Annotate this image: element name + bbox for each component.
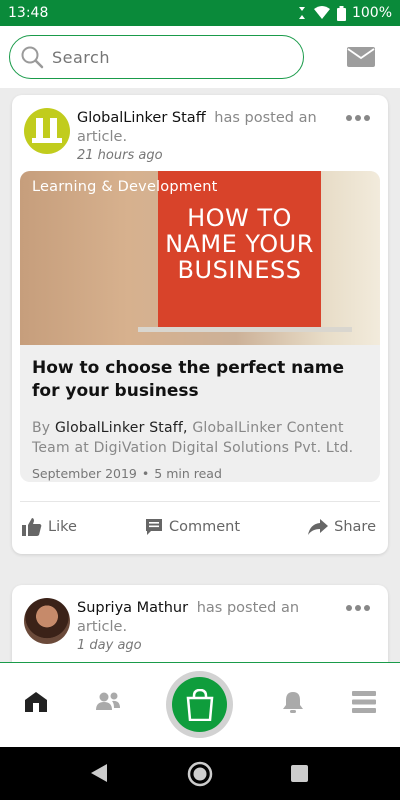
bottom-nav	[0, 662, 400, 747]
post-author[interactable]: GlobalLinker Staff	[77, 110, 206, 126]
more-icon[interactable]	[346, 115, 370, 121]
post-time: 21 hours ago	[77, 148, 163, 163]
recents-icon[interactable]	[291, 765, 308, 782]
article-image: HOW TO NAME YOUR BUSINESS Learning & Dev…	[20, 171, 380, 345]
wifi-icon	[313, 6, 330, 19]
comment-button[interactable]: Comment	[145, 518, 240, 536]
shop-button-inner	[172, 677, 227, 732]
shopping-bag-icon	[186, 688, 213, 721]
avatar[interactable]	[24, 108, 70, 154]
article-preview[interactable]: HOW TO NAME YOUR BUSINESS Learning & Dev…	[20, 171, 380, 482]
article-date: September 2019	[32, 466, 137, 481]
like-icon	[22, 518, 42, 536]
post-actions: Like Comment Share	[12, 512, 388, 542]
divider	[20, 501, 380, 502]
article-read-time: 5 min read	[154, 466, 222, 481]
nav-shop-button[interactable]	[166, 671, 233, 738]
battery-icon	[336, 5, 346, 21]
feed: GlobalLinker Staff has posted an article…	[0, 88, 400, 662]
globallinker-logo-icon	[32, 118, 62, 143]
post-card: Supriya Mathur has posted an article. 1 …	[12, 585, 388, 662]
search-icon	[21, 46, 44, 69]
share-button[interactable]: Share	[308, 519, 376, 535]
top-bar	[0, 26, 400, 88]
mail-icon[interactable]	[347, 47, 375, 67]
article-image-text: HOW TO NAME YOUR BUSINESS	[165, 204, 314, 284]
like-button[interactable]: Like	[22, 517, 77, 537]
article-byline: By GlobalLinker Staff, GlobalLinker Cont…	[20, 403, 380, 458]
byline-author[interactable]: GlobalLinker Staff,	[55, 420, 188, 436]
status-icons: 100%	[297, 5, 392, 21]
bell-icon	[283, 692, 303, 713]
like-label: Like	[48, 519, 77, 535]
byline-prefix: By	[32, 420, 55, 436]
menu-icon	[352, 691, 376, 713]
post-card: GlobalLinker Staff has posted an article…	[12, 95, 388, 554]
back-icon[interactable]	[90, 764, 108, 782]
comment-label: Comment	[169, 519, 241, 535]
meta-separator: •	[141, 466, 150, 481]
network-icon	[96, 692, 120, 710]
more-icon[interactable]	[346, 605, 370, 611]
post-header-text: GlobalLinker Staff has posted an article…	[77, 109, 337, 164]
avatar[interactable]	[24, 598, 70, 644]
post-header: Supriya Mathur has posted an article. 1 …	[12, 585, 388, 662]
article-title[interactable]: How to choose the perfect name for your …	[20, 345, 380, 403]
post-header: GlobalLinker Staff has posted an article…	[12, 95, 388, 175]
status-bar: 13:48 100%	[0, 0, 400, 26]
article-category: Learning & Development	[32, 179, 218, 195]
search-input[interactable]	[52, 47, 272, 67]
nav-notifications[interactable]	[282, 691, 304, 717]
android-nav-bar	[0, 747, 400, 800]
article-meta: September 2019 • 5 min read	[20, 458, 380, 481]
post-author[interactable]: Supriya Mathur	[77, 600, 188, 616]
nav-menu[interactable]	[352, 691, 376, 717]
post-time: 1 day ago	[77, 638, 142, 653]
signal-icon	[298, 7, 305, 19]
nav-home[interactable]	[24, 691, 48, 717]
post-header-text: Supriya Mathur has posted an article. 1 …	[77, 599, 337, 654]
home-icon	[25, 692, 47, 712]
comment-icon	[146, 519, 163, 535]
share-icon	[308, 519, 329, 535]
home-circle-icon[interactable]	[187, 761, 213, 787]
banner-pole	[138, 327, 352, 332]
share-label: Share	[334, 519, 376, 535]
search-box[interactable]	[9, 35, 304, 79]
battery-percent: 100%	[351, 5, 392, 21]
status-time: 13:48	[8, 5, 49, 21]
nav-network[interactable]	[95, 691, 121, 715]
